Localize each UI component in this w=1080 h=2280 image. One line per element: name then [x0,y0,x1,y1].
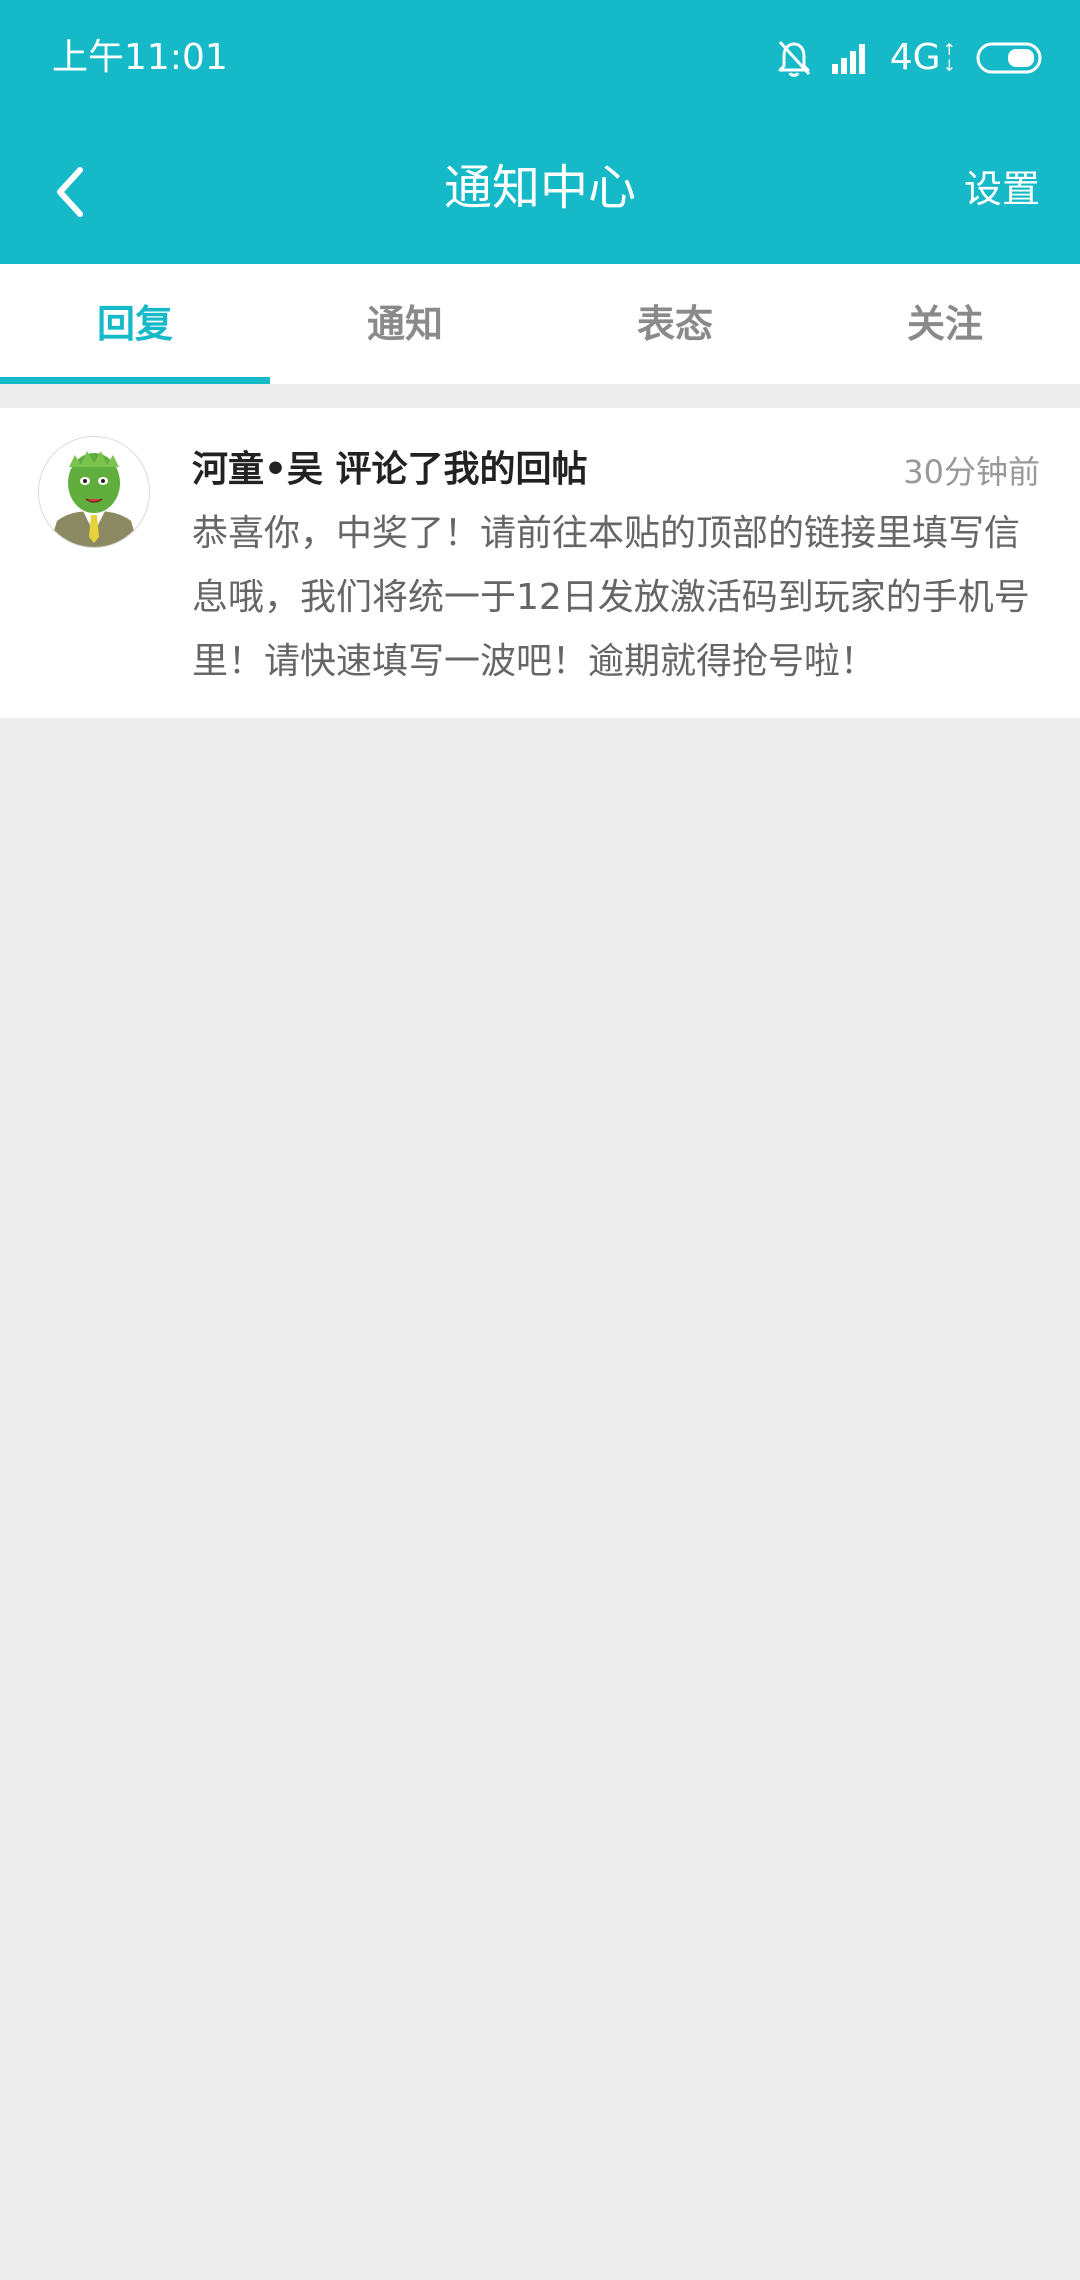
notification-time: 30分钟前 [903,453,1040,491]
notification-title: 河童•吴 评论了我的回帖 [192,449,588,490]
tab-replies[interactable]: 回复 [0,264,270,384]
signal-icon [831,42,870,74]
avatar-illustration [39,437,149,547]
network-label: 4G [889,37,941,78]
status-time: 上午11:01 [52,37,228,78]
bell-muted-icon [776,38,812,78]
tab-label: 回复 [96,302,173,346]
list-item[interactable]: 河童•吴 评论了我的回帖 30分钟前 恭喜你，中奖了！请前往本贴的顶部的链接里填… [0,408,1080,718]
tab-label: 关注 [906,302,983,346]
notification-list: 河童•吴 评论了我的回帖 30分钟前 恭喜你，中奖了！请前往本贴的顶部的链接里填… [0,408,1080,718]
tab-notifications[interactable]: 通知 [270,264,540,384]
data-arrows-icon: ↑ ↓ [942,40,956,75]
avatar[interactable] [38,436,150,548]
tab-reactions[interactable]: 表态 [540,264,810,384]
settings-button[interactable]: 设置 [964,164,1040,214]
notification-body: 恭喜你，中奖了！请前往本贴的顶部的链接里填写信息哦，我们将统一于12日发放激活码… [192,513,1030,682]
tab-label: 表态 [636,302,713,346]
status-icons: 4G ↑ ↓ [756,34,1046,82]
battery-icon [976,42,1046,74]
tab-follows[interactable]: 关注 [810,264,1080,384]
page-title: 通知中心 [443,160,636,216]
status-bar: 上午11:01 4G ↑ ↓ [0,0,1080,120]
active-tab-indicator [0,377,270,384]
tab-label: 通知 [366,302,443,346]
network-type: 4G ↑ ↓ [890,36,956,80]
nav-bar: 通知中心 设置 [0,120,1080,264]
app-header: 上午11:01 4G ↑ ↓ 通知中心 设置 [0,0,1080,264]
tab-bar: 回复 通知 表态 关注 [0,264,1080,384]
